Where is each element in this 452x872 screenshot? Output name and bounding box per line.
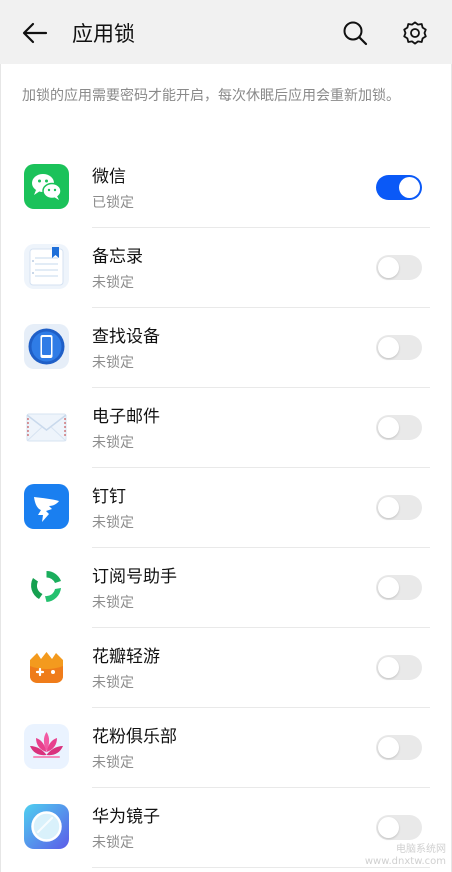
list-item[interactable]: 微信 已锁定 bbox=[0, 148, 452, 228]
gear-icon[interactable] bbox=[400, 18, 430, 48]
page-title: 应用锁 bbox=[72, 22, 135, 46]
app-name: 花粉俱乐部 bbox=[92, 727, 177, 747]
watermark: 电脑系统网 www.dnxtw.com bbox=[365, 844, 446, 868]
lock-status: 未锁定 bbox=[92, 515, 134, 531]
list-item[interactable]: 电子邮件 未锁定 bbox=[0, 388, 452, 468]
arrow-left-icon[interactable] bbox=[20, 18, 50, 48]
app-lock-description: 加锁的应用需要密码才能开启，每次休眠后应用会重新加锁。 bbox=[22, 88, 400, 104]
lock-status: 未锁定 bbox=[92, 595, 134, 611]
app-name: 华为镜子 bbox=[92, 807, 160, 827]
find-device-icon bbox=[24, 324, 69, 369]
lock-toggle[interactable] bbox=[376, 655, 422, 680]
huafen-club-icon bbox=[24, 724, 69, 769]
subscription-assistant-icon bbox=[24, 564, 69, 609]
lock-toggle[interactable] bbox=[376, 175, 422, 200]
list-item[interactable]: 花粉俱乐部 未锁定 bbox=[0, 708, 452, 788]
app-name: 微信 bbox=[92, 167, 126, 187]
lock-status: 未锁定 bbox=[92, 275, 134, 291]
wechat-icon bbox=[24, 164, 69, 209]
petal-games-icon bbox=[24, 644, 69, 689]
lock-status: 未锁定 bbox=[92, 355, 134, 371]
toggle-knob bbox=[378, 737, 399, 758]
list-item[interactable]: 钉钉 未锁定 bbox=[0, 468, 452, 548]
lock-status: 未锁定 bbox=[92, 435, 134, 451]
notepad-icon bbox=[24, 244, 69, 289]
lock-toggle[interactable] bbox=[376, 495, 422, 520]
watermark-line: 电脑系统网 bbox=[396, 844, 446, 855]
app-list: 微信 已锁定 备忘录 未锁定 查找设备 未锁定 电子邮件 未锁定 钉钉 未锁定 … bbox=[0, 148, 452, 868]
toggle-knob bbox=[378, 497, 399, 518]
huawei-mirror-icon bbox=[24, 804, 69, 849]
app-name: 钉钉 bbox=[92, 487, 126, 507]
search-icon[interactable] bbox=[340, 18, 370, 48]
watermark-line: www.dnxtw.com bbox=[364, 856, 446, 867]
app-name: 订阅号助手 bbox=[92, 567, 177, 587]
toggle-knob bbox=[378, 337, 399, 358]
toggle-knob bbox=[378, 657, 399, 678]
lock-toggle[interactable] bbox=[376, 575, 422, 600]
toggle-knob bbox=[378, 417, 399, 438]
lock-toggle[interactable] bbox=[376, 335, 422, 360]
lock-toggle[interactable] bbox=[376, 735, 422, 760]
app-name: 电子邮件 bbox=[92, 407, 160, 427]
list-item[interactable]: 备忘录 未锁定 bbox=[0, 228, 452, 308]
lock-status: 未锁定 bbox=[92, 675, 134, 691]
lock-toggle[interactable] bbox=[376, 415, 422, 440]
app-name: 备忘录 bbox=[92, 247, 143, 267]
lock-toggle[interactable] bbox=[376, 815, 422, 840]
list-item[interactable]: 花瓣轻游 未锁定 bbox=[0, 628, 452, 708]
lock-status: 已锁定 bbox=[92, 195, 134, 211]
app-name: 查找设备 bbox=[92, 327, 160, 347]
dingtalk-icon bbox=[24, 484, 69, 529]
toggle-knob bbox=[378, 577, 399, 598]
lock-status: 未锁定 bbox=[92, 755, 134, 771]
lock-status: 未锁定 bbox=[92, 835, 134, 851]
list-item[interactable]: 订阅号助手 未锁定 bbox=[0, 548, 452, 628]
toggle-knob bbox=[378, 817, 399, 838]
toggle-knob bbox=[378, 257, 399, 278]
app-name: 花瓣轻游 bbox=[92, 647, 160, 667]
toggle-knob bbox=[399, 177, 420, 198]
lock-toggle[interactable] bbox=[376, 255, 422, 280]
list-item[interactable]: 查找设备 未锁定 bbox=[0, 308, 452, 388]
email-icon bbox=[24, 404, 69, 449]
app-bar: 应用锁 bbox=[0, 0, 452, 64]
